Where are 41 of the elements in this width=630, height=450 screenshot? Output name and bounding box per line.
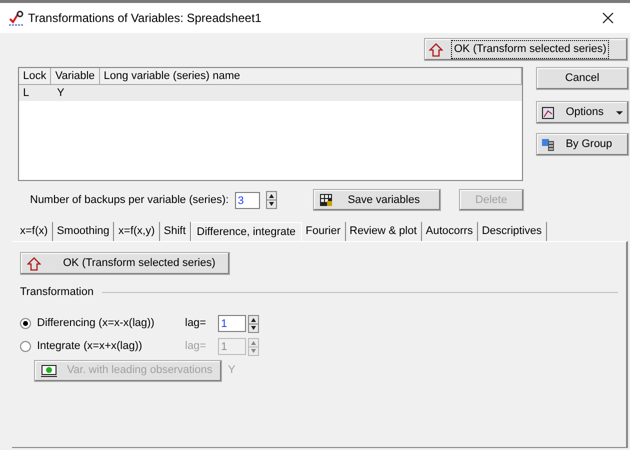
lag-field[interactable]: 1 [218, 315, 246, 332]
lag-label: lag= [185, 339, 208, 354]
variable-name: Y [228, 363, 236, 378]
grid-icon [320, 194, 332, 206]
tab[interactable]: x=f(x,y) [114, 222, 160, 241]
table-cell-text: Y [56, 86, 66, 101]
dropdown-caret-icon [616, 110, 623, 114]
radio-button[interactable] [20, 318, 31, 329]
table-row[interactable]: L Y [19, 85, 522, 101]
column-header[interactable]: Long variable (series) name [100, 68, 522, 84]
backups-field[interactable]: 3 [234, 192, 260, 208]
table-cell-text: L [22, 86, 30, 101]
tab[interactable]: Descriptives [478, 222, 547, 241]
tab[interactable]: Autocorrs [422, 222, 478, 241]
up-arrow-icon [27, 256, 41, 270]
options-button[interactable]: Options [536, 101, 629, 124]
group-title: Transformation [20, 285, 94, 300]
tab[interactable]: Fourier [302, 222, 346, 241]
spinner-control[interactable] [248, 314, 259, 332]
radio-label[interactable]: Differencing (x=x-x(lag)) [37, 315, 185, 332]
tab[interactable]: Difference, integrate [190, 222, 302, 241]
column-header[interactable]: Variable [51, 68, 100, 84]
ok-button[interactable]: OK (Transform selected series) [424, 38, 628, 61]
app-icon [8, 10, 24, 26]
spinner-control[interactable] [266, 191, 277, 209]
lag-label: lag= [185, 316, 208, 332]
close-icon[interactable] [602, 12, 614, 24]
ok-button[interactable]: OK (Transform selected series) [20, 252, 230, 275]
monitor-icon [41, 364, 57, 376]
tab[interactable]: x=f(x) [16, 222, 53, 241]
backups-label: Number of backups per variable (series): [30, 192, 229, 208]
tab[interactable]: Review & plot [346, 222, 422, 241]
by-group-button[interactable]: By Group [536, 133, 629, 156]
cancel-button[interactable]: Cancel [536, 67, 629, 90]
save-variables-button[interactable]: Save variables [312, 189, 441, 211]
table-icon [542, 138, 554, 150]
column-header[interactable]: Lock [19, 68, 52, 84]
chart-icon [542, 106, 554, 118]
window-title: Transformations of Variables: Spreadsheet1 [28, 10, 262, 27]
up-arrow-icon [429, 42, 443, 56]
tab[interactable]: Smoothing [52, 222, 114, 241]
